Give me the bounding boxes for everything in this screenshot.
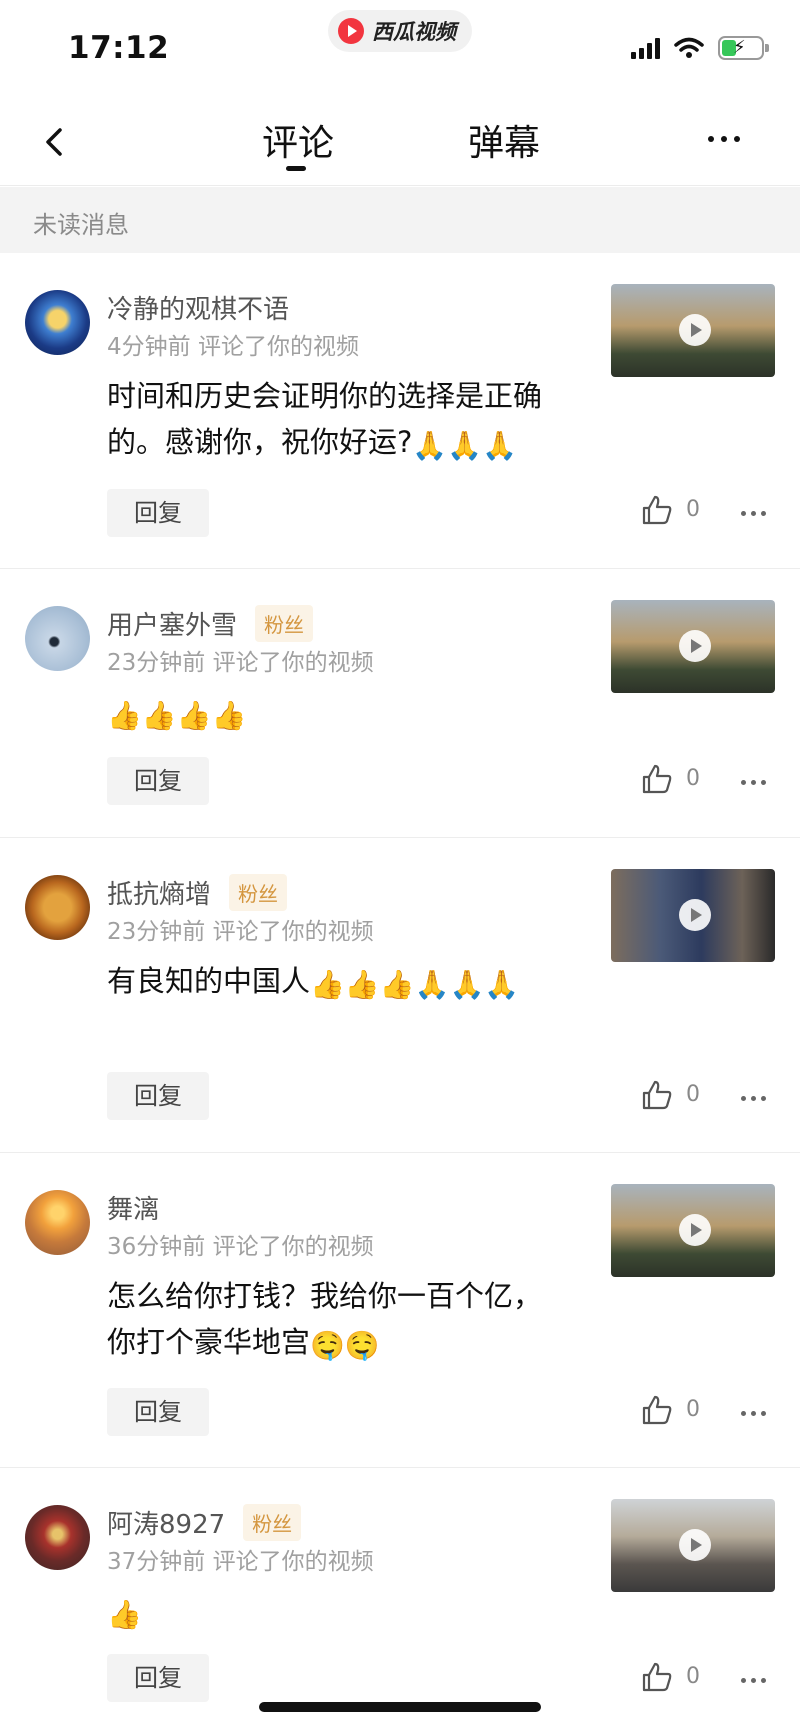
comment-action: 评论了你的视频 <box>212 919 374 945</box>
like-count: 0 <box>686 1397 700 1422</box>
username[interactable]: 冷静的观棋不语 <box>107 289 289 326</box>
top-nav: 评论 弹幕 <box>0 100 800 186</box>
emoji-group: 🤤🤤 <box>310 1329 380 1362</box>
back-chevron-icon[interactable] <box>36 122 76 162</box>
comment-text: 时间和历史会证明你的选择是正确的。感谢你，祝你好运?🙏🙏🙏 <box>107 373 587 465</box>
video-thumbnail[interactable] <box>611 600 775 693</box>
comment-item: 用户塞外雪 粉丝 23分钟前 评论了你的视频 👍👍👍👍 回复 0 <box>0 569 800 838</box>
app-indicator-pill[interactable]: 西瓜视频 <box>328 10 472 52</box>
comment-meta: 4分钟前 评论了你的视频 <box>107 327 359 361</box>
emoji-group: 👍👍👍👍 <box>107 699 247 732</box>
thumbs-up-icon[interactable] <box>640 1393 674 1427</box>
battery-charging-icon: ⚡ <box>718 36 769 60</box>
username[interactable]: 舞漓 <box>107 1189 159 1226</box>
avatar[interactable] <box>25 875 90 940</box>
fan-badge: 粉丝 <box>243 1504 302 1541</box>
comment-text: 有良知的中国人👍👍👍🙏🙏🙏 <box>107 958 557 1004</box>
comment-meta: 37分钟前 评论了你的视频 <box>107 1542 374 1576</box>
comment-time: 37分钟前 <box>107 1549 206 1575</box>
video-thumbnail[interactable] <box>611 869 775 962</box>
section-header: 未读消息 <box>0 187 800 253</box>
emoji-group: 👍👍👍🙏🙏🙏 <box>310 968 520 1001</box>
comment-item: 舞漓 36分钟前 评论了你的视频 怎么给你打钱？我给你一百个亿，你打个豪华地宫🤤… <box>0 1153 800 1468</box>
app-name: 西瓜视频 <box>372 20 456 44</box>
comment-text: 怎么给你打钱？我给你一百个亿，你打个豪华地宫🤤🤤 <box>107 1273 557 1365</box>
username[interactable]: 用户塞外雪 <box>107 605 237 642</box>
reply-button[interactable]: 回复 <box>107 1072 209 1120</box>
avatar[interactable] <box>25 606 90 671</box>
comment-text: 👍 <box>107 1588 587 1634</box>
comment-meta: 36分钟前 评论了你的视频 <box>107 1227 374 1261</box>
more-icon[interactable] <box>708 136 740 142</box>
like-count: 0 <box>686 497 700 522</box>
reply-button[interactable]: 回复 <box>107 1654 209 1702</box>
tab-comments[interactable]: 评论 <box>262 114 334 166</box>
xigua-logo-icon <box>338 18 364 44</box>
video-thumbnail[interactable] <box>611 1184 775 1277</box>
avatar[interactable] <box>25 290 90 355</box>
like-count: 0 <box>686 766 700 791</box>
comment-feed: 冷静的观棋不语 4分钟前 评论了你的视频 时间和历史会证明你的选择是正确的。感谢… <box>0 253 800 1728</box>
item-more-icon[interactable] <box>741 1678 766 1683</box>
comment-time: 23分钟前 <box>107 919 206 945</box>
active-tab-indicator <box>286 166 306 171</box>
home-indicator[interactable] <box>259 1702 541 1712</box>
item-more-icon[interactable] <box>741 1096 766 1101</box>
comment-item: 冷静的观棋不语 4分钟前 评论了你的视频 时间和历史会证明你的选择是正确的。感谢… <box>0 253 800 569</box>
comment-meta: 23分钟前 评论了你的视频 <box>107 643 374 677</box>
like-count: 0 <box>686 1664 700 1689</box>
comment-time: 4分钟前 <box>107 334 191 360</box>
comment-body: 有良知的中国人 <box>107 964 311 998</box>
thumbs-up-icon[interactable] <box>640 762 674 796</box>
comment-action: 评论了你的视频 <box>197 334 359 360</box>
status-bar: 17:12 西瓜视频 ⚡ <box>0 0 800 100</box>
avatar[interactable] <box>25 1505 90 1570</box>
thumbs-up-icon[interactable] <box>640 493 674 527</box>
fan-badge: 粉丝 <box>229 874 288 911</box>
comment-action: 评论了你的视频 <box>212 1549 374 1575</box>
emoji-group: 🙏🙏🙏 <box>412 429 517 462</box>
thumbs-up-icon[interactable] <box>640 1078 674 1112</box>
play-icon <box>679 1529 711 1561</box>
comment-time: 23分钟前 <box>107 650 206 676</box>
like-count: 0 <box>686 1082 700 1107</box>
username[interactable]: 阿涛8927 <box>107 1504 225 1541</box>
comment-time: 36分钟前 <box>107 1234 206 1260</box>
play-icon <box>679 314 711 346</box>
item-more-icon[interactable] <box>741 511 766 516</box>
username[interactable]: 抵抗熵增 <box>107 874 211 911</box>
comment-action: 评论了你的视频 <box>212 650 374 676</box>
signal-icon <box>631 37 660 59</box>
reply-button[interactable]: 回复 <box>107 489 209 537</box>
play-icon <box>679 1214 711 1246</box>
item-more-icon[interactable] <box>741 1411 766 1416</box>
wifi-icon <box>674 37 704 58</box>
status-icons: ⚡ <box>631 36 769 60</box>
status-time: 17:12 <box>68 30 170 66</box>
reply-button[interactable]: 回复 <box>107 1388 209 1436</box>
comment-item: 抵抗熵增 粉丝 23分钟前 评论了你的视频 有良知的中国人👍👍👍🙏🙏🙏 回复 0 <box>0 838 800 1153</box>
tab-danmu[interactable]: 弹幕 <box>468 114 540 166</box>
video-thumbnail[interactable] <box>611 284 775 377</box>
comment-item: 阿涛8927 粉丝 37分钟前 评论了你的视频 👍 回复 0 <box>0 1468 800 1728</box>
thumbs-up-icon[interactable] <box>640 1660 674 1694</box>
avatar[interactable] <box>25 1190 90 1255</box>
fan-badge: 粉丝 <box>255 605 314 642</box>
video-thumbnail[interactable] <box>611 1499 775 1592</box>
comment-meta: 23分钟前 评论了你的视频 <box>107 912 374 946</box>
play-icon <box>679 630 711 662</box>
item-more-icon[interactable] <box>741 780 766 785</box>
comment-action: 评论了你的视频 <box>212 1234 374 1260</box>
reply-button[interactable]: 回复 <box>107 757 209 805</box>
play-icon <box>679 899 711 931</box>
comment-text: 👍👍👍👍 <box>107 689 587 735</box>
emoji-group: 👍 <box>107 1598 142 1631</box>
